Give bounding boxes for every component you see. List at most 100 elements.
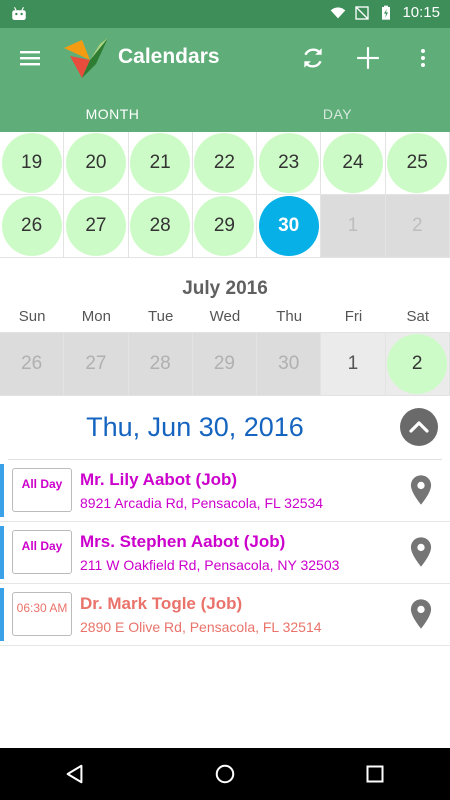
event-address: 8921 Arcadia Rd, Pensacola, FL 32534 (80, 495, 324, 511)
chevron-up-icon (409, 421, 429, 433)
day-number: 19 (1, 133, 62, 193)
app-toolbar: Calendars (0, 28, 450, 88)
week-row: 26 27 28 29 30 1 2 (0, 195, 450, 258)
day-cell[interactable]: 19 (0, 132, 65, 195)
weekday-label: Tue (148, 308, 174, 325)
event-address: 2890 E Olive Rd, Pensacola, FL 32514 (80, 619, 322, 635)
event-list: All Day Mr. Lily Aabot (Job) 8921 Arcadi… (0, 460, 450, 646)
location-pin-icon[interactable] (410, 598, 432, 630)
day-cell-next-month[interactable]: 1 (321, 195, 386, 258)
wifi-icon (331, 6, 346, 18)
day-number: 26 (1, 196, 62, 256)
day-cell-next-month[interactable]: 2 (385, 195, 450, 258)
july-calendar-grid: 26 27 28 29 30 1 2 (0, 332, 450, 396)
day-cell-prev-month[interactable]: 26 (0, 333, 65, 396)
day-cell[interactable]: 1 (321, 333, 386, 396)
day-cell[interactable]: 26 (0, 195, 65, 258)
add-button[interactable] (340, 28, 395, 88)
day-number: 23 (258, 133, 319, 193)
status-time: 10:15 (402, 4, 440, 21)
selected-day-header: Thu, Jun 30, 2016 (0, 398, 450, 460)
location-pin-icon[interactable] (410, 536, 432, 568)
day-cell[interactable]: 21 (128, 132, 193, 195)
day-cell[interactable]: 28 (128, 195, 193, 258)
collapse-button[interactable] (400, 408, 438, 446)
weekday-label: Thu (276, 308, 303, 325)
android-icon (12, 6, 26, 20)
day-number: 22 (194, 133, 255, 193)
day-cell-prev-month[interactable]: 29 (192, 333, 258, 396)
event-time: 06:30 AM (12, 592, 72, 636)
day-number: 2 (387, 334, 448, 394)
event-item[interactable]: All Day Mr. Lily Aabot (Job) 8921 Arcadi… (0, 460, 450, 522)
overflow-menu-button[interactable] (395, 28, 450, 88)
plus-icon (356, 47, 379, 69)
day-cell[interactable]: 23 (257, 132, 322, 195)
weekday-label: Wed (209, 308, 241, 325)
event-color-bar (0, 588, 4, 641)
recents-button[interactable] (360, 759, 390, 789)
event-item[interactable]: All Day Mrs. Stephen Aabot (Job) 211 W O… (0, 522, 450, 584)
page-title: Calendars (118, 45, 220, 68)
more-vert-icon (420, 49, 425, 67)
hamburger-icon[interactable] (18, 46, 42, 70)
home-icon (215, 764, 235, 784)
event-name: Mrs. Stephen Aabot (Job) (80, 532, 286, 551)
selected-day-cell[interactable]: 30 (257, 195, 322, 258)
event-item[interactable]: 06:30 AM Dr. Mark Togle (Job) 2890 E Oli… (0, 584, 450, 646)
event-time: All Day (12, 468, 72, 512)
day-cell-prev-month[interactable]: 27 (64, 333, 129, 396)
home-button[interactable] (210, 759, 240, 789)
day-number: 1 (347, 215, 359, 236)
day-cell[interactable]: 29 (192, 195, 258, 258)
day-number: 29 (194, 196, 255, 256)
day-number: 21 (130, 133, 191, 193)
refresh-button[interactable] (285, 28, 340, 88)
day-number: 1 (347, 353, 359, 374)
day-number: 27 (65, 196, 126, 256)
day-number: 20 (65, 133, 126, 193)
day-number: 27 (85, 353, 107, 374)
recents-icon (366, 765, 384, 783)
event-address: 211 W Oakfield Rd, Pensacola, NY 32503 (80, 557, 340, 573)
day-number: 26 (21, 353, 43, 374)
weekday-label: Sat (406, 308, 429, 325)
event-name: Mr. Lily Aabot (Job) (80, 470, 238, 489)
month-title: July 2016 (182, 278, 268, 299)
back-icon (66, 764, 83, 784)
day-number: 28 (130, 196, 191, 256)
event-color-bar (0, 464, 4, 517)
day-cell[interactable]: 22 (192, 132, 258, 195)
day-cell[interactable]: 24 (321, 132, 386, 195)
weekday-label: Sun (18, 308, 46, 325)
event-color-bar (0, 526, 4, 579)
weekday-header: Sun Mon Tue Wed Thu Fri Sat (0, 308, 450, 325)
battery-icon (382, 5, 391, 20)
status-bar: 10:15 (0, 0, 450, 28)
week-row: 19 20 21 22 23 24 25 (0, 132, 450, 195)
system-nav-bar (0, 748, 450, 800)
refresh-icon (303, 48, 322, 68)
day-number: 24 (322, 133, 383, 193)
june-calendar-grid: 19 20 21 22 23 24 25 26 27 28 29 30 1 2 (0, 132, 450, 258)
selected-day-number: 30 (258, 196, 319, 256)
weekday-label: Mon (81, 308, 111, 325)
week-row: 26 27 28 29 30 1 2 (0, 333, 450, 396)
day-cell[interactable]: 27 (64, 195, 129, 258)
day-cell[interactable]: 2 (385, 333, 450, 396)
day-number: 28 (149, 353, 171, 374)
back-button[interactable] (60, 759, 90, 789)
day-number: 2 (411, 215, 423, 236)
selected-date: Thu, Jun 30, 2016 (86, 412, 304, 442)
location-pin-icon[interactable] (410, 474, 432, 506)
event-time: All Day (12, 530, 72, 574)
day-number: 30 (278, 353, 300, 374)
event-name: Dr. Mark Togle (Job) (80, 594, 243, 613)
app-logo (64, 38, 108, 78)
day-cell-prev-month[interactable]: 30 (257, 333, 322, 396)
day-cell-prev-month[interactable]: 28 (128, 333, 193, 396)
day-cell[interactable]: 20 (64, 132, 129, 195)
day-number: 29 (213, 353, 235, 374)
no-signal-icon (355, 5, 370, 20)
day-cell[interactable]: 25 (385, 132, 450, 195)
